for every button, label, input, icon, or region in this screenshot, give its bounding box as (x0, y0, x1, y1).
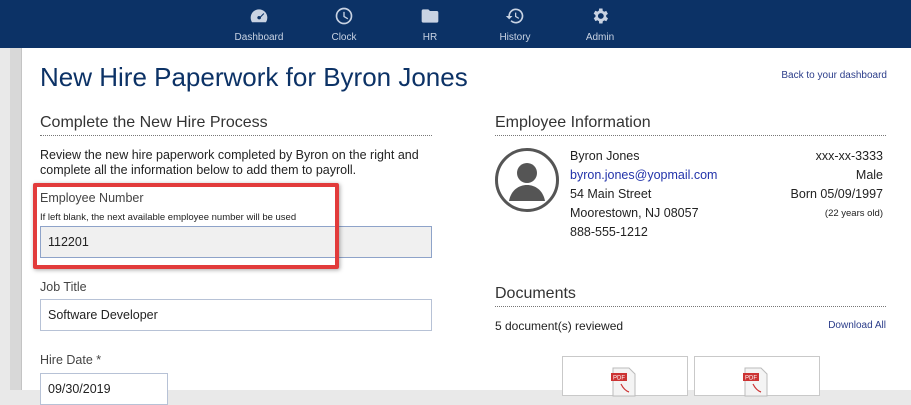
nav-clock[interactable]: Clock (299, 6, 389, 43)
employee-phone: 888-555-1212 (570, 225, 648, 239)
user-icon (509, 163, 545, 201)
hire-date-input[interactable]: 09/30/2019 (40, 373, 168, 405)
nav-history[interactable]: History (470, 6, 560, 43)
documents-count: 5 document(s) reviewed (495, 319, 624, 333)
hire-date-label: Hire Date * (40, 353, 102, 367)
section-divider (495, 135, 886, 136)
employee-street: 54 Main Street (570, 187, 652, 201)
download-all-link[interactable]: Download All (828, 320, 886, 331)
section-divider (40, 135, 432, 136)
document-thumbnail[interactable]: PDF (694, 356, 820, 397)
gear-icon (593, 8, 608, 24)
intro-text: Review the new hire paperwork completed … (40, 148, 419, 177)
employee-info-heading: Employee Information (495, 114, 651, 131)
nav-clock-label: Clock (331, 32, 357, 43)
employee-age: (22 years old) (824, 208, 883, 219)
employee-number-input[interactable]: 112201 (40, 226, 432, 258)
nav-history-label: History (499, 32, 531, 43)
nav-dashboard[interactable]: Dashboard (214, 6, 304, 43)
nav-admin-label: Admin (585, 32, 615, 43)
dashboard-icon (250, 9, 268, 23)
nav-dashboard-label: Dashboard (234, 32, 284, 43)
documents-heading: Documents (495, 285, 576, 302)
employee-number-hint: If left blank, the next available employ… (40, 212, 297, 223)
nav-admin[interactable]: Admin (555, 6, 645, 43)
new-hire-process-heading: Complete the New Hire Process (40, 114, 268, 131)
employee-email-link[interactable]: byron.jones@yopmail.com (570, 168, 717, 182)
job-title-label: Job Title (40, 280, 87, 294)
folder-icon (421, 9, 439, 23)
nav-hr-label: HR (422, 32, 438, 43)
page-gutter (0, 48, 10, 390)
employee-gender: Male (855, 168, 883, 182)
history-icon (505, 8, 524, 24)
employee-ssn: xxx-xx-3333 (815, 149, 883, 163)
pdf-icon: PDF (743, 367, 768, 397)
employee-birthdate: Born 05/09/1997 (790, 187, 883, 201)
employee-city: Moorestown, NJ 08057 (570, 206, 699, 220)
employee-name: Byron Jones (570, 149, 640, 163)
pdf-badge-label: PDF (613, 376, 625, 382)
side-rail (10, 48, 22, 390)
avatar (495, 148, 559, 212)
clock-icon (335, 7, 353, 25)
job-title-input[interactable]: Software Developer (40, 299, 432, 331)
pdf-badge-label: PDF (745, 376, 757, 382)
page-title: New Hire Paperwork for Byron Jones (40, 62, 468, 92)
employee-number-label: Employee Number (40, 191, 144, 205)
top-nav-bar: Dashboard Clock HR History Admin (0, 0, 911, 48)
document-thumbnail[interactable]: PDF (562, 356, 688, 397)
pdf-icon: PDF (611, 367, 636, 397)
section-divider (495, 306, 886, 307)
back-to-dashboard-link[interactable]: Back to your dashboard (781, 70, 887, 81)
nav-hr[interactable]: HR (385, 6, 475, 43)
